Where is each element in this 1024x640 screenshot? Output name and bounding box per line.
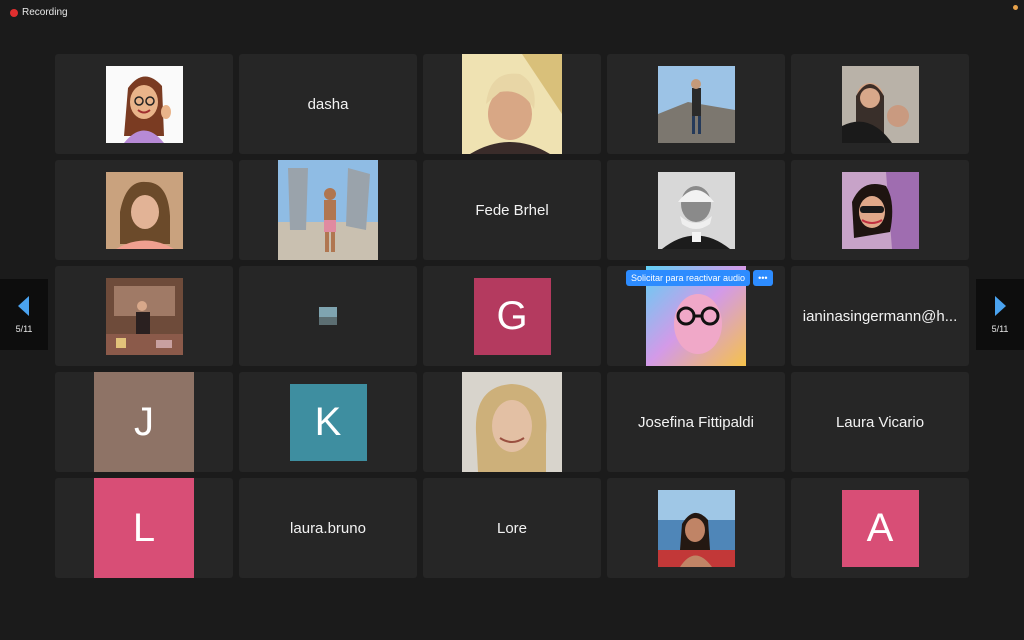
participant-photo (657, 171, 735, 249)
participant-tile-avatar-1[interactable] (55, 54, 233, 154)
participant-tile-l[interactable]: L (55, 478, 233, 578)
initial-letter: G (496, 293, 528, 338)
more-options-button[interactable]: ••• (753, 270, 773, 286)
participant-photo (319, 307, 337, 325)
participant-tile-photo-2[interactable] (791, 54, 969, 154)
participant-name: dasha (307, 95, 349, 113)
participant-tile-lore[interactable]: Lore (423, 478, 601, 578)
participant-video (462, 54, 562, 154)
initial-avatar-l: L (94, 478, 194, 578)
participant-tile-g[interactable]: G (423, 266, 601, 366)
participant-name: Fede Brhel (475, 201, 549, 219)
record-icon (10, 8, 18, 17)
participant-tile-ianina[interactable]: ianinasingermann@h... (791, 266, 969, 366)
participant-tile-photo-3[interactable] (55, 160, 233, 260)
participant-tile-k[interactable]: K (239, 372, 417, 472)
initial-letter: A (866, 505, 894, 550)
participant-tile-video-1[interactable] (423, 54, 601, 154)
initial-letter: L (132, 505, 156, 550)
initial-avatar-a: A (841, 489, 919, 567)
participant-tile-laura-vicario[interactable]: Laura Vicario (791, 372, 969, 472)
page-indicator: 5/11 (991, 323, 1009, 334)
initial-avatar-g: G (473, 277, 551, 355)
participant-video (278, 160, 378, 260)
participant-photo (657, 65, 735, 143)
initial-avatar-k: K (289, 383, 367, 461)
participant-tile-photo-4[interactable] (607, 160, 785, 260)
participant-tile-video-2[interactable] (239, 160, 417, 260)
participant-name: Lore (496, 519, 528, 537)
participant-photo (105, 171, 183, 249)
gallery-grid: dasha Fede Brhel G ianinasingermann@h...… (55, 54, 969, 578)
bitmoji-avatar-icon (123, 75, 171, 143)
participant-photo (657, 489, 735, 567)
participant-name: laura.bruno (290, 519, 366, 537)
initial-letter: K (314, 399, 342, 444)
previous-page-button[interactable]: 5/11 (0, 279, 48, 350)
participant-tile-photo-6[interactable] (55, 266, 233, 366)
participant-photo (105, 277, 183, 355)
participant-tile-a[interactable]: A (791, 478, 969, 578)
participant-tile-fede[interactable]: Fede Brhel (423, 160, 601, 260)
participant-tile-laura-bruno[interactable]: laura.bruno (239, 478, 417, 578)
participant-photo (841, 171, 919, 249)
audio-request-bar: Solicitar para reactivar audio ••• (626, 270, 773, 286)
request-unmute-button[interactable]: Solicitar para reactivar audio (626, 270, 751, 286)
page-indicator: 5/11 (15, 323, 33, 334)
participant-tile-j[interactable]: J (55, 372, 233, 472)
recording-indicator[interactable]: Recording (10, 7, 68, 18)
participant-photo (105, 65, 183, 143)
participant-name: Laura Vicario (835, 413, 925, 431)
participant-tile-small-photo[interactable] (239, 266, 417, 366)
participant-tile-video-4[interactable] (423, 372, 601, 472)
participant-tile-dasha[interactable]: dasha (239, 54, 417, 154)
arrow-left-icon (18, 295, 29, 316)
participant-tile-josefina[interactable]: Josefina Fittipaldi (607, 372, 785, 472)
next-page-button[interactable]: 5/11 (976, 279, 1024, 350)
participant-video (462, 372, 562, 472)
participant-name: ianinasingermann@h... (802, 307, 958, 325)
status-dot-icon (1013, 5, 1018, 10)
participant-tile-photo-7[interactable] (607, 478, 785, 578)
initial-avatar-j: J (94, 372, 194, 472)
participant-tile-photo-5[interactable] (791, 160, 969, 260)
arrow-right-icon (995, 295, 1006, 316)
recording-label: Recording (22, 7, 68, 18)
participant-photo (841, 65, 919, 143)
participant-tile-photo-1[interactable] (607, 54, 785, 154)
initial-letter: J (134, 399, 154, 444)
participant-name: Josefina Fittipaldi (638, 413, 754, 431)
